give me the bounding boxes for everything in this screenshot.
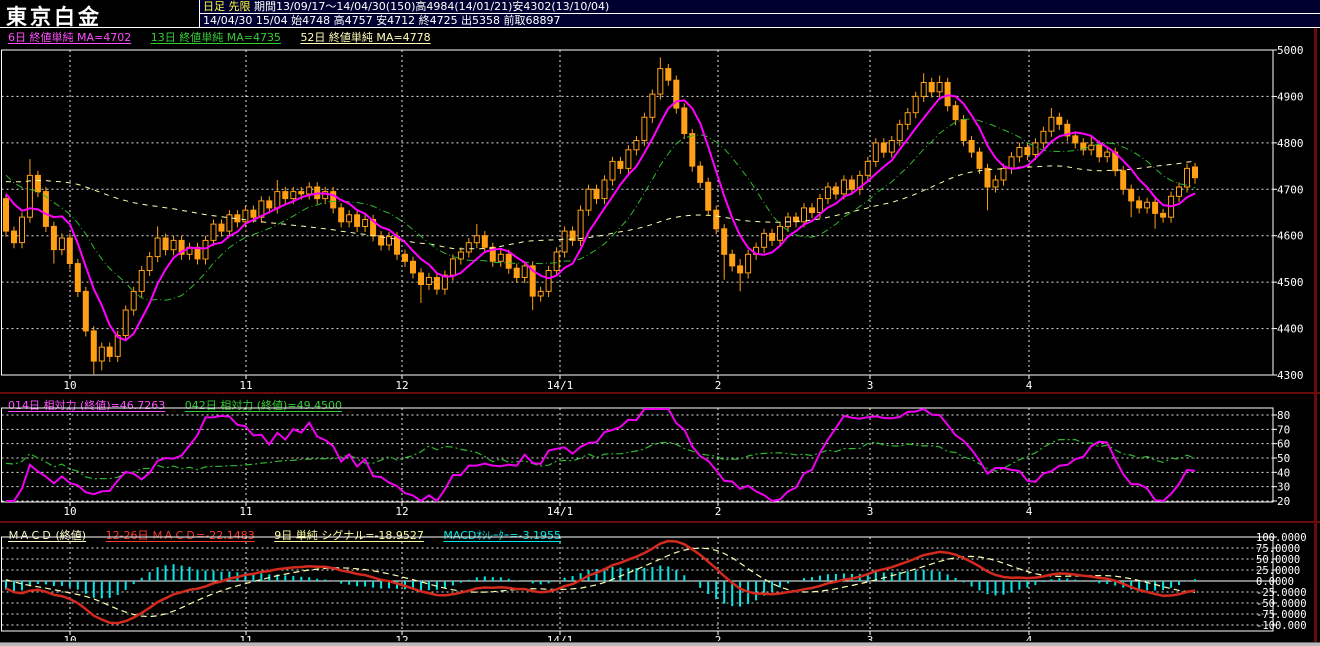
svg-text:30: 30 [1277, 481, 1290, 494]
window-frame-right [1314, 28, 1317, 642]
svg-text:20: 20 [1277, 495, 1290, 508]
svg-text:10: 10 [63, 379, 76, 392]
svg-text:10: 10 [63, 634, 76, 641]
svg-text:10: 10 [63, 505, 76, 518]
period-info-line: 日足 先限 期間13/09/17～14/04/30(150)高4984(14/0… [200, 0, 1320, 14]
macd-line [5, 539, 1196, 625]
svg-text:3: 3 [867, 379, 874, 392]
svg-text:11: 11 [239, 634, 252, 641]
svg-text:40: 40 [1277, 466, 1290, 479]
svg-text:4900: 4900 [1277, 90, 1304, 103]
svg-text:4300: 4300 [1277, 369, 1304, 382]
svg-text:2: 2 [715, 634, 722, 641]
svg-text:50: 50 [1277, 452, 1290, 465]
macd-chart[interactable]: 100.000075.000050.000025.00000.0000-25.0… [0, 523, 1320, 641]
svg-text:12: 12 [395, 379, 408, 392]
svg-text:12: 12 [395, 505, 408, 518]
svg-text:14/1: 14/1 [547, 505, 574, 518]
chart-type-label: 日足 先限 [203, 0, 251, 13]
svg-text:4: 4 [1026, 379, 1033, 392]
rsi14-line [6, 407, 1196, 503]
svg-text:14/1: 14/1 [547, 379, 574, 392]
header: 東京白金 日足 先限 期間13/09/17～14/04/30(150)高4984… [0, 0, 1320, 29]
svg-text:11: 11 [239, 505, 252, 518]
svg-text:4500: 4500 [1277, 276, 1304, 289]
svg-text:80: 80 [1277, 409, 1290, 422]
period-range-label: 期間13/09/17～14/04/30(150)高4984(14/01/21)安… [250, 0, 610, 13]
status-bar-strip [0, 642, 1320, 646]
svg-text:3: 3 [867, 505, 874, 518]
rsi-gridlines [1, 407, 1274, 503]
macd-axis-labels: 100.000075.000050.000025.00000.0000-25.0… [1256, 532, 1307, 632]
instrument-title: 東京白金 [0, 0, 200, 29]
macd-gridlines [1, 536, 1274, 632]
svg-text:4: 4 [1026, 634, 1033, 641]
rsi42-line [5, 438, 1196, 480]
macd-month-labels: 10 11 12 14/1 2 3 4 [63, 631, 1033, 641]
rsi-chart[interactable]: 8070 605040 3020 10 11 12 14/1 2 3 4 [0, 394, 1320, 521]
macd-signal-line [5, 547, 1196, 618]
svg-text:-100.000: -100.000 [1256, 620, 1307, 632]
svg-text:2: 2 [715, 505, 722, 518]
svg-text:4: 4 [1026, 505, 1033, 518]
rsi-month-labels: 10 11 12 14/1 2 3 4 [63, 502, 1033, 518]
svg-text:12: 12 [395, 634, 408, 641]
rsi-axis-labels: 8070 605040 3020 [1273, 409, 1290, 508]
svg-text:70: 70 [1277, 423, 1290, 436]
svg-text:4400: 4400 [1277, 323, 1304, 336]
chart-terminal-window: 東京白金 日足 先限 期間13/09/17～14/04/30(150)高4984… [0, 0, 1320, 646]
svg-text:14/1: 14/1 [547, 634, 574, 641]
quote-info: 日足 先限 期間13/09/17～14/04/30(150)高4984(14/0… [200, 0, 1320, 27]
ma13-line [5, 118, 1196, 301]
price-chart[interactable]: 5000 4900 4800 4700 4600 4500 4400 4300 10 11 12 14… [0, 40, 1320, 392]
svg-text:60: 60 [1277, 438, 1290, 451]
svg-text:2: 2 [715, 379, 722, 392]
svg-text:11: 11 [239, 379, 252, 392]
svg-text:5000: 5000 [1277, 44, 1304, 57]
month-axis-labels: 10 11 12 14/1 2 3 4 [63, 375, 1033, 392]
ohlc-quote-line: 14/04/30 15/04 始4748 高4757 安4712 終4725 出… [203, 14, 561, 27]
price-axis-labels: 5000 4900 4800 4700 4600 4500 4400 4300 [1273, 44, 1304, 382]
svg-text:4700: 4700 [1277, 183, 1304, 196]
ma6-line [5, 94, 1196, 342]
svg-text:3: 3 [867, 634, 874, 641]
svg-text:4800: 4800 [1277, 137, 1304, 150]
svg-text:4600: 4600 [1277, 230, 1304, 243]
